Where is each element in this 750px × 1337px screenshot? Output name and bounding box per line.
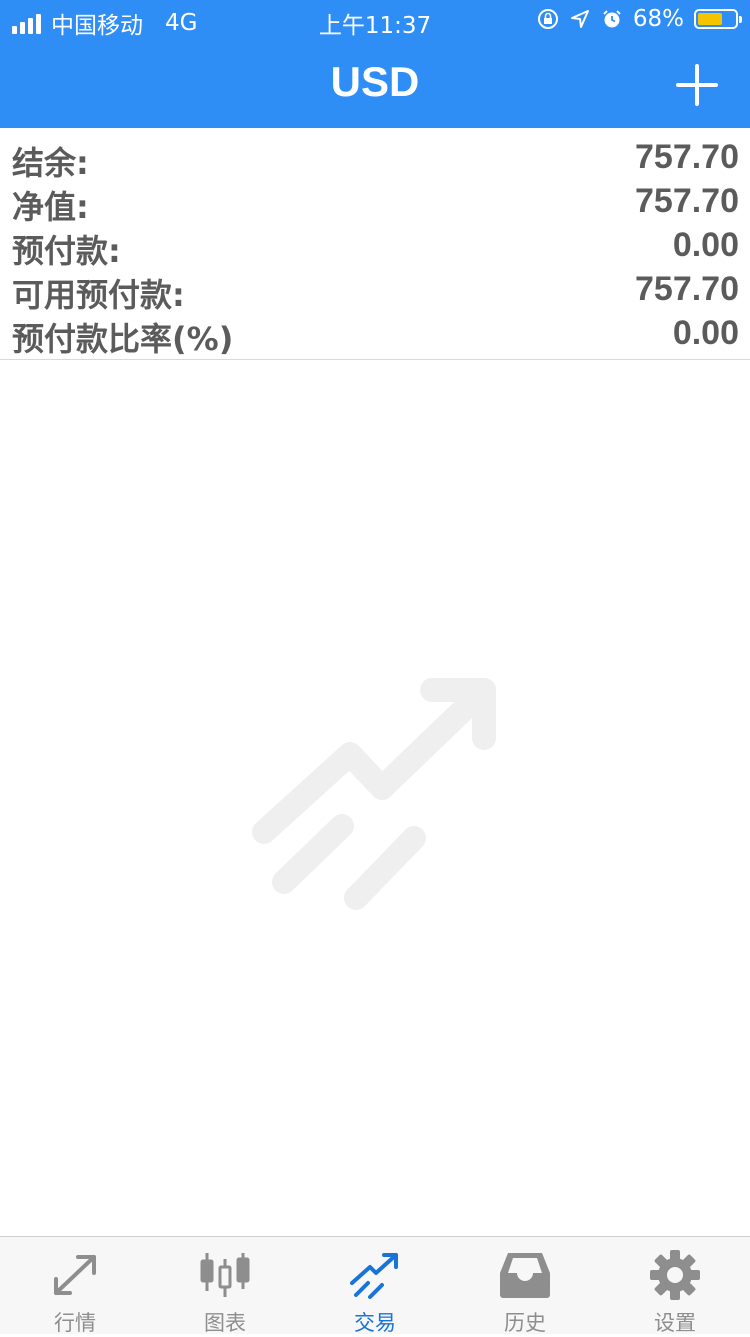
margin-level-value: 0.00 [672, 314, 739, 352]
rotation-lock-icon [537, 9, 558, 29]
status-right: 68% [537, 6, 742, 32]
battery-icon [694, 9, 742, 29]
page-title: USD [330, 58, 420, 105]
status-bar: 中国移动 4G 上午11:37 68% [0, 0, 750, 40]
summary-row-balance: 结余: 757.70 [0, 132, 750, 182]
equity-value: 757.70 [635, 182, 739, 220]
account-summary: 结余: 757.70 净值: 757.70 预付款: 0.00 可用预付款: 7… [0, 128, 750, 360]
tab-settings[interactable]: 设置 [600, 1237, 750, 1335]
location-arrow-icon [570, 10, 589, 28]
summary-row-margin: 预付款: 0.00 [0, 220, 750, 270]
trade-arrow-watermark-icon [252, 678, 496, 910]
tab-bar: 行情 图表 交易 历史 设置 [0, 1236, 750, 1335]
margin-value: 0.00 [672, 226, 739, 264]
summary-row-margin-level: 预付款比率(%) 0.00 [0, 308, 750, 358]
balance-value: 757.70 [635, 138, 739, 176]
gear-icon [650, 1250, 700, 1300]
tab-settings-label: 设置 [654, 1311, 696, 1335]
tab-history[interactable]: 历史 [450, 1237, 600, 1335]
alarm-clock-icon [603, 10, 621, 28]
trade-arrow-icon [350, 1253, 398, 1299]
navigation-bar: USD [0, 40, 750, 128]
battery-fill [698, 13, 723, 25]
summary-row-equity: 净值: 757.70 [0, 176, 750, 226]
tab-charts[interactable]: 图表 [150, 1237, 300, 1335]
summary-row-free-margin: 可用预付款: 757.70 [0, 264, 750, 314]
plus-icon[interactable] [674, 62, 720, 108]
battery-percent: 68% [632, 6, 684, 32]
inbox-tray-icon [500, 1253, 550, 1298]
tab-quotes[interactable]: 行情 [0, 1237, 150, 1335]
tab-trade[interactable]: 交易 [300, 1237, 450, 1335]
candlestick-chart-icon [200, 1253, 250, 1297]
tab-quotes-label: 行情 [54, 1311, 96, 1335]
tab-trade-label: 交易 [354, 1311, 396, 1335]
tab-charts-label: 图表 [204, 1311, 246, 1335]
margin-level-label: 预付款比率(%) [12, 320, 234, 358]
tab-history-label: 历史 [504, 1311, 546, 1335]
free-margin-value: 757.70 [635, 270, 739, 308]
quotes-arrows-icon [54, 1255, 96, 1295]
